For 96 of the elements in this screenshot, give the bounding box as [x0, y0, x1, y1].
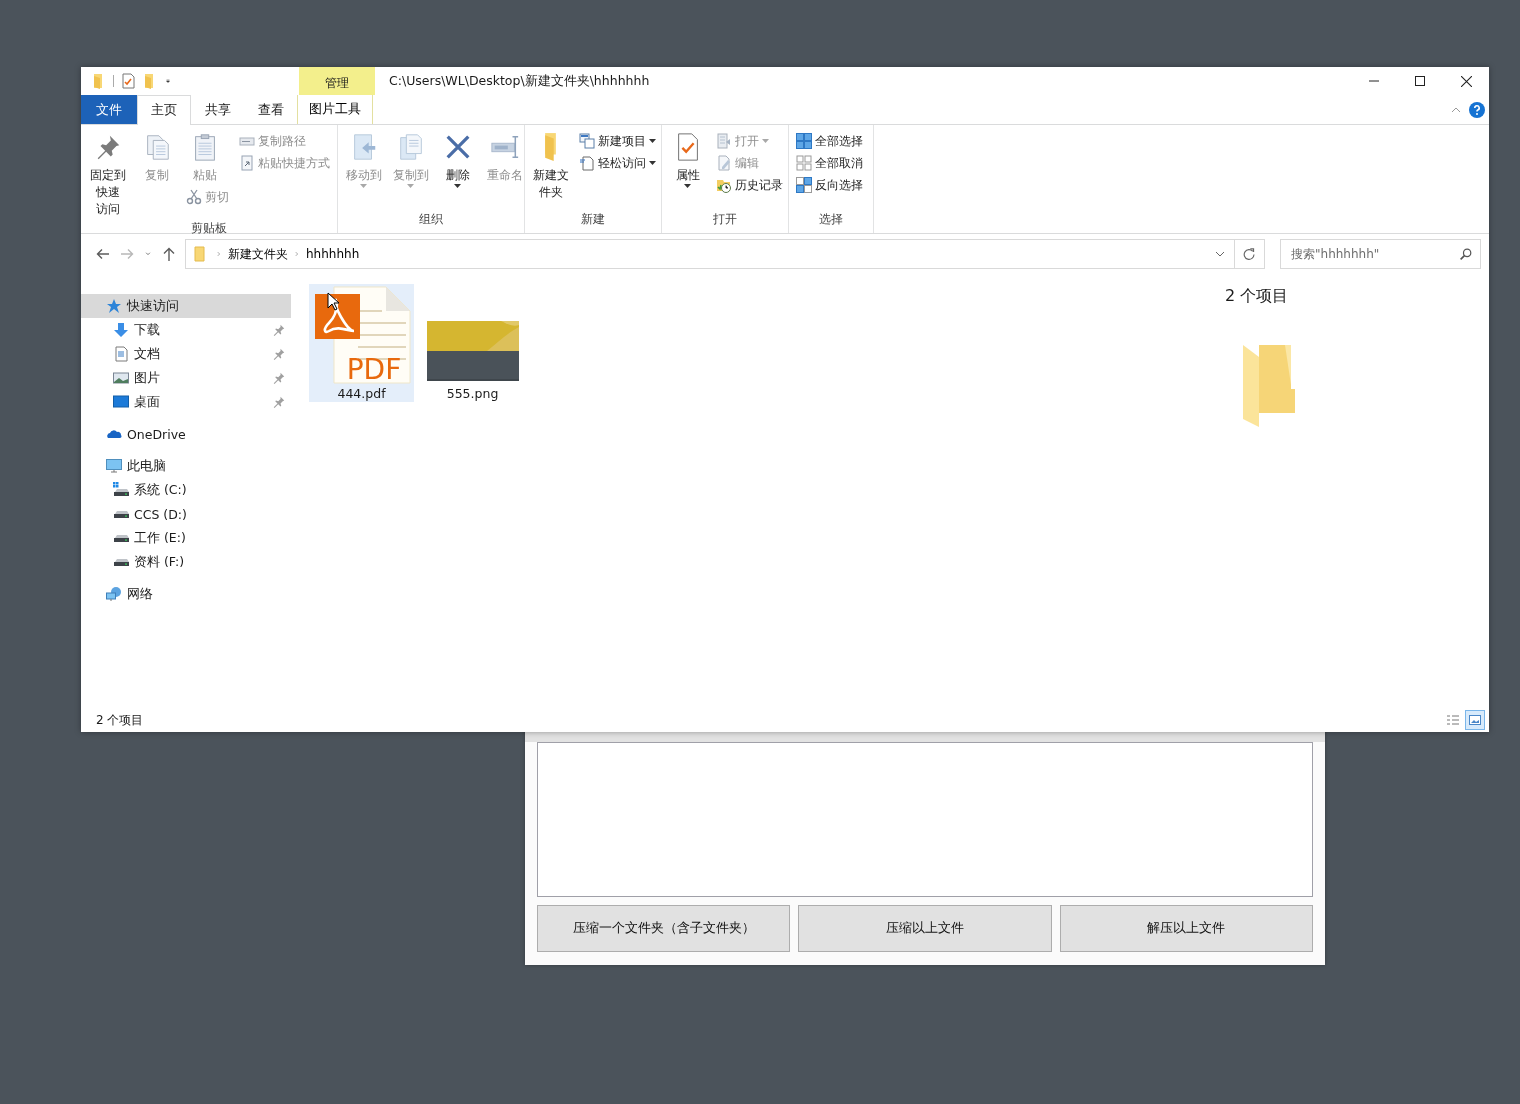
drive-icon	[113, 533, 129, 543]
select-none-icon	[796, 155, 812, 171]
forward-arrow-icon	[119, 246, 135, 262]
separator-icon	[113, 75, 114, 87]
caret-icon	[684, 184, 692, 189]
file-type-label: PDF	[346, 353, 401, 384]
folder-icon	[192, 246, 208, 262]
select-all-icon	[796, 133, 812, 149]
caret-icon	[762, 138, 770, 144]
file-item[interactable]: 555.png	[420, 284, 525, 402]
back-arrow-icon	[95, 246, 111, 262]
ribbon-button[interactable]: 轻松访问	[576, 152, 660, 174]
caret-icon	[360, 184, 368, 189]
nav-tree-item[interactable]: 图片	[81, 366, 291, 390]
text-area[interactable]	[537, 742, 1313, 897]
properties-icon	[120, 73, 136, 89]
large-icons-view-icon	[1468, 713, 1482, 727]
up-arrow-icon	[161, 246, 177, 262]
star-icon	[106, 298, 122, 314]
cursor-icon	[327, 292, 339, 311]
help-icon	[1469, 101, 1485, 118]
nav-tree-item[interactable]: 网络	[81, 582, 291, 606]
file-item[interactable]: PDF 444.pdf	[309, 284, 414, 402]
ribbon-group-label: 选择	[818, 211, 844, 228]
ribbon-button[interactable]: 新建文件夹	[529, 130, 573, 203]
details-view-icon	[1446, 713, 1460, 727]
history-icon	[716, 177, 733, 193]
caret-icon	[649, 160, 657, 166]
customize-caret-icon	[164, 77, 172, 85]
drive-icon	[113, 482, 129, 498]
nav-tree-item[interactable]: OneDrive	[81, 422, 291, 446]
open-icon	[716, 133, 733, 149]
pin-icon	[273, 348, 285, 360]
document-icon	[113, 346, 129, 362]
shortcut-icon	[239, 155, 255, 171]
ribbon-button[interactable]: 全部选择	[793, 130, 866, 152]
ribbon-button[interactable]: 属性	[666, 130, 710, 191]
ribbon-group-label: 剪贴板	[190, 220, 228, 237]
network-icon	[106, 586, 122, 602]
caret-icon	[407, 184, 415, 189]
ribbon-group-label: 新建	[580, 211, 606, 228]
pictures-icon	[113, 370, 129, 386]
action-button[interactable]: 压缩一个文件夹（含子文件夹）	[537, 905, 791, 952]
nav-tree-item[interactable]: CCS (D:)	[81, 502, 291, 526]
breadcrumb[interactable]: hhhhhhh	[302, 240, 364, 268]
search-icon	[1459, 247, 1472, 261]
nav-tree-item[interactable]: 快速访问	[81, 294, 291, 318]
caret-icon	[454, 184, 462, 189]
desktop-icon	[113, 394, 129, 410]
view-button[interactable]	[1465, 710, 1485, 730]
computer-icon	[106, 458, 122, 474]
ribbon-group-label: 组织	[418, 211, 444, 228]
maximize-icon	[1415, 76, 1425, 86]
ribbon-button[interactable]: 新建项目	[576, 130, 660, 152]
nav-tree-item[interactable]: 文档	[81, 342, 291, 366]
pin-icon	[273, 324, 285, 336]
close-icon	[1460, 75, 1472, 87]
folder-icon	[544, 132, 558, 162]
action-button[interactable]: 压缩以上文件	[798, 905, 1052, 952]
search-field[interactable]: 搜索"hhhhhhh"	[1289, 246, 1459, 262]
edit-icon	[716, 155, 733, 171]
nav-tree-item[interactable]: 桌面	[81, 390, 291, 414]
search-box[interactable]: 搜索"hhhhhhh"	[1280, 239, 1481, 269]
preview-text: 2 个项目	[1225, 286, 1289, 307]
caret-icon	[649, 138, 657, 144]
action-button[interactable]: 解压以上文件	[1059, 905, 1313, 952]
ribbon-tab[interactable]: 文件	[81, 95, 137, 124]
ribbon-button[interactable]: 反向选择	[793, 174, 866, 196]
refresh-button[interactable]	[1235, 239, 1265, 269]
refresh-icon	[1243, 247, 1256, 261]
address-bar[interactable]: 新建文件夹 hhhhhhh	[185, 239, 1235, 269]
ribbon-tab[interactable]: 主页	[137, 95, 191, 125]
ribbon-button[interactable]: 全部取消	[793, 152, 866, 174]
nav-tree-item[interactable]: 下载	[81, 318, 291, 342]
ribbon-tab[interactable]: 图片工具	[297, 95, 373, 124]
new-item-icon	[579, 133, 596, 149]
ribbon-button[interactable]: 删除	[436, 130, 480, 191]
ribbon-group-label: 打开	[712, 211, 738, 228]
status-text: 2 个项目	[96, 711, 144, 729]
scissors-icon	[186, 189, 202, 205]
drive-icon	[113, 557, 129, 567]
invert-selection-icon	[796, 177, 812, 193]
nav-tree-item[interactable]: 系统 (C:)	[81, 478, 291, 502]
ribbon-button[interactable]: 历史记录	[713, 174, 787, 196]
nav-tree-item[interactable]: 此电脑	[81, 454, 291, 478]
pin-icon	[273, 396, 285, 408]
nav-tree-item[interactable]: 工作 (E:)	[81, 526, 291, 550]
breadcrumb[interactable]: 新建文件夹	[224, 240, 292, 268]
window-title: C:\Users\WL\Desktop\新建文件夹\hhhhhhh	[389, 71, 651, 90]
nav-tree-item[interactable]: 资料 (F:)	[81, 550, 291, 574]
context-tab-header: 管理	[299, 67, 375, 95]
easy-access-icon	[579, 155, 596, 171]
ribbon-button[interactable]: 固定到快速访问	[85, 130, 132, 220]
download-icon	[113, 322, 129, 338]
pin-icon	[273, 372, 285, 384]
drive-icon	[113, 509, 129, 519]
